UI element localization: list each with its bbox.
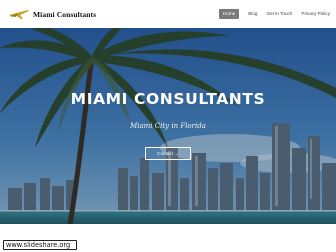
site-header: Miami Consultants Home Blog Get In Touch…	[0, 0, 336, 28]
hero-section: MIAMI CONSULTANTS Miami City in Florida …	[0, 28, 336, 224]
nav-blog[interactable]: Blog	[248, 11, 257, 17]
nav-privacy-policy[interactable]: Privacy Policy	[301, 11, 330, 17]
hero-title: MIAMI CONSULTANTS	[70, 90, 266, 108]
hero-subtitle: Miami City in Florida	[130, 122, 206, 130]
watermark-label: www.slideshare.org	[3, 240, 77, 250]
nav-get-in-touch[interactable]: Get In Touch	[266, 11, 292, 17]
nav-home[interactable]: Home	[218, 9, 240, 19]
contact-button[interactable]: Contact →	[145, 147, 191, 160]
logo[interactable]: Miami Consultants	[8, 7, 96, 21]
main-nav: Home Blog Get In Touch Privacy Policy	[218, 9, 330, 19]
airplane-icon	[9, 10, 29, 19]
brand-name: Miami Consultants	[33, 9, 97, 19]
